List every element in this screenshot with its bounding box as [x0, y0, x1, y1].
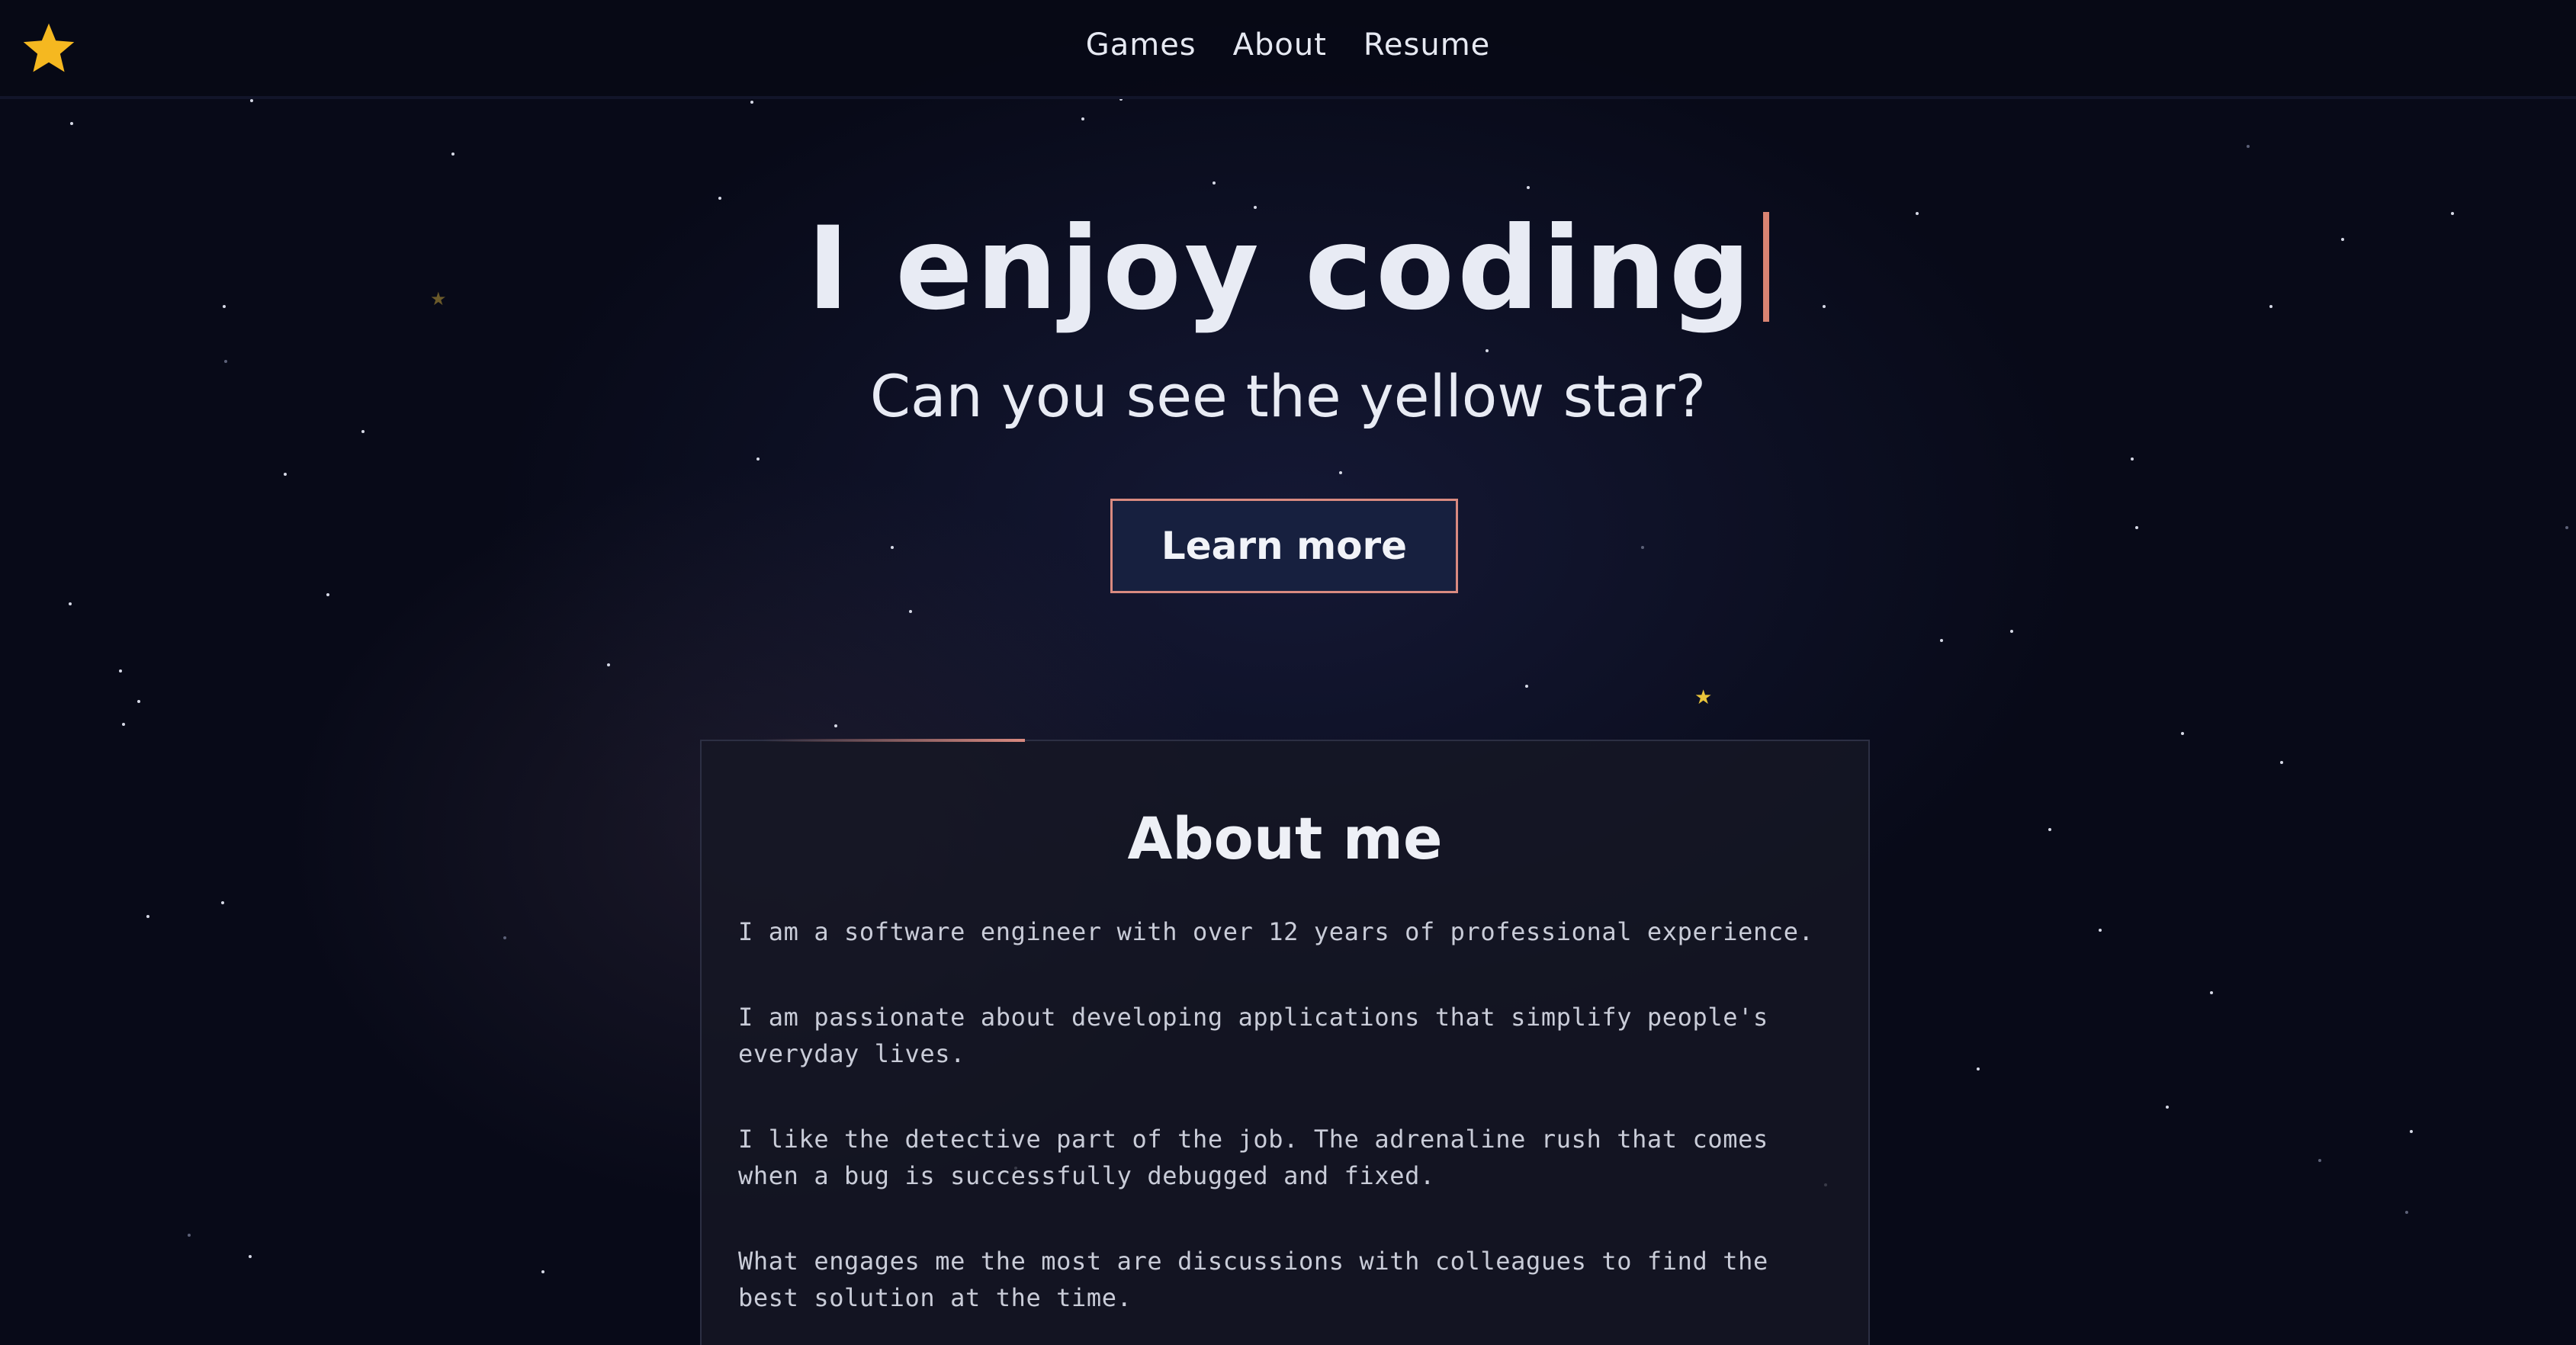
- background-star: [249, 1255, 252, 1258]
- background-star: [122, 723, 125, 726]
- background-star: [2010, 630, 2013, 633]
- background-star: [2410, 1130, 2413, 1133]
- about-paragraph: I am a software engineer with over 12 ye…: [738, 917, 1814, 946]
- background-star: [2135, 526, 2138, 529]
- background-star: [1339, 471, 1342, 474]
- background-star: [2280, 761, 2283, 764]
- about-title: About me: [1127, 804, 1443, 872]
- yellow-star-icon[interactable]: ★: [1694, 688, 1712, 708]
- background-star: [1081, 117, 1084, 120]
- background-star: [2181, 732, 2184, 735]
- background-star: [1213, 181, 1216, 185]
- page: ★ ★ Games About Resume I enjoy coding Ca…: [0, 0, 2576, 1345]
- background-star: [70, 122, 73, 125]
- background-star: [284, 473, 287, 476]
- about-text: I am a software engineer with over 12 ye…: [738, 913, 1836, 1345]
- card-accent-line: [763, 739, 1025, 742]
- background-star: [137, 700, 140, 703]
- background-star: [2166, 1106, 2169, 1109]
- learn-more-button[interactable]: Learn more: [1110, 499, 1458, 593]
- hero-subtitle: Can you see the yellow star?: [869, 362, 1707, 430]
- background-star: [1977, 1067, 1980, 1071]
- background-star: [146, 915, 149, 918]
- background-star: [2048, 828, 2051, 831]
- background-star: [1525, 685, 1528, 688]
- background-star: [503, 936, 506, 939]
- background-star: [2565, 526, 2568, 529]
- background-star: [221, 901, 224, 904]
- background-star: [2405, 1211, 2408, 1214]
- background-star: [2099, 929, 2102, 932]
- background-star: [909, 610, 912, 613]
- nav-links: Games About Resume: [0, 27, 2576, 63]
- background-star: [69, 602, 72, 605]
- hero-title-text: I enjoy coding: [807, 203, 1754, 335]
- background-star: [326, 593, 329, 596]
- about-paragraph: What engages me the most are discussions…: [738, 1247, 1768, 1312]
- background-star: [250, 99, 253, 102]
- nav-link-about[interactable]: About: [1233, 27, 1327, 63]
- background-star: [607, 663, 610, 666]
- background-star: [891, 546, 894, 549]
- typing-cursor: [1762, 212, 1769, 322]
- hero-title: I enjoy coding: [0, 204, 2576, 334]
- about-card: About me I am a software engineer with o…: [700, 739, 1870, 1345]
- nav-link-resume[interactable]: Resume: [1363, 27, 1490, 63]
- background-star: [188, 1234, 191, 1237]
- background-star: [718, 197, 721, 200]
- background-star: [2131, 457, 2134, 461]
- background-star: [2247, 145, 2250, 148]
- background-star: [451, 152, 454, 156]
- background-star: [1486, 349, 1489, 352]
- background-star: [1940, 639, 1943, 642]
- about-paragraph: I am passionate about developing applica…: [738, 1003, 1768, 1068]
- background-star: [2210, 991, 2213, 994]
- nav-link-games[interactable]: Games: [1086, 27, 1196, 63]
- background-star: [834, 724, 837, 727]
- about-paragraph: I like the detective part of the job. Th…: [738, 1125, 1768, 1190]
- background-star: [1527, 186, 1530, 189]
- background-star: [541, 1270, 544, 1273]
- background-star: [756, 457, 760, 461]
- background-star: [1641, 546, 1644, 549]
- navbar: Games About Resume: [0, 0, 2576, 99]
- background-star: [2318, 1159, 2321, 1162]
- background-star: [119, 669, 122, 672]
- background-star: [750, 101, 753, 104]
